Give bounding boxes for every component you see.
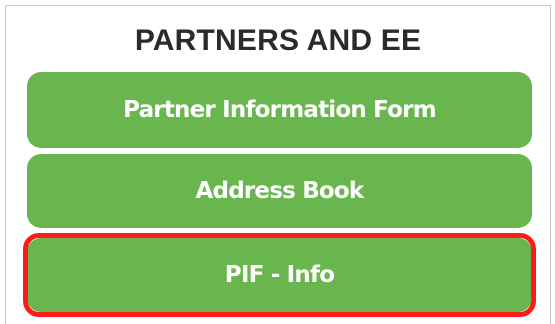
- pif-info-button[interactable]: PIF - Info: [27, 238, 532, 312]
- partners-panel: PARTNERS AND EE Partner Information Form…: [5, 5, 551, 324]
- panel-title: PARTNERS AND EE: [134, 24, 422, 57]
- pif-info-label: PIF - Info: [224, 262, 335, 288]
- address-book-button[interactable]: Address Book: [27, 154, 532, 228]
- address-book-label: Address Book: [195, 178, 365, 204]
- partner-information-form-button[interactable]: Partner Information Form: [27, 72, 532, 148]
- partner-information-form-label: Partner Information Form: [123, 97, 437, 123]
